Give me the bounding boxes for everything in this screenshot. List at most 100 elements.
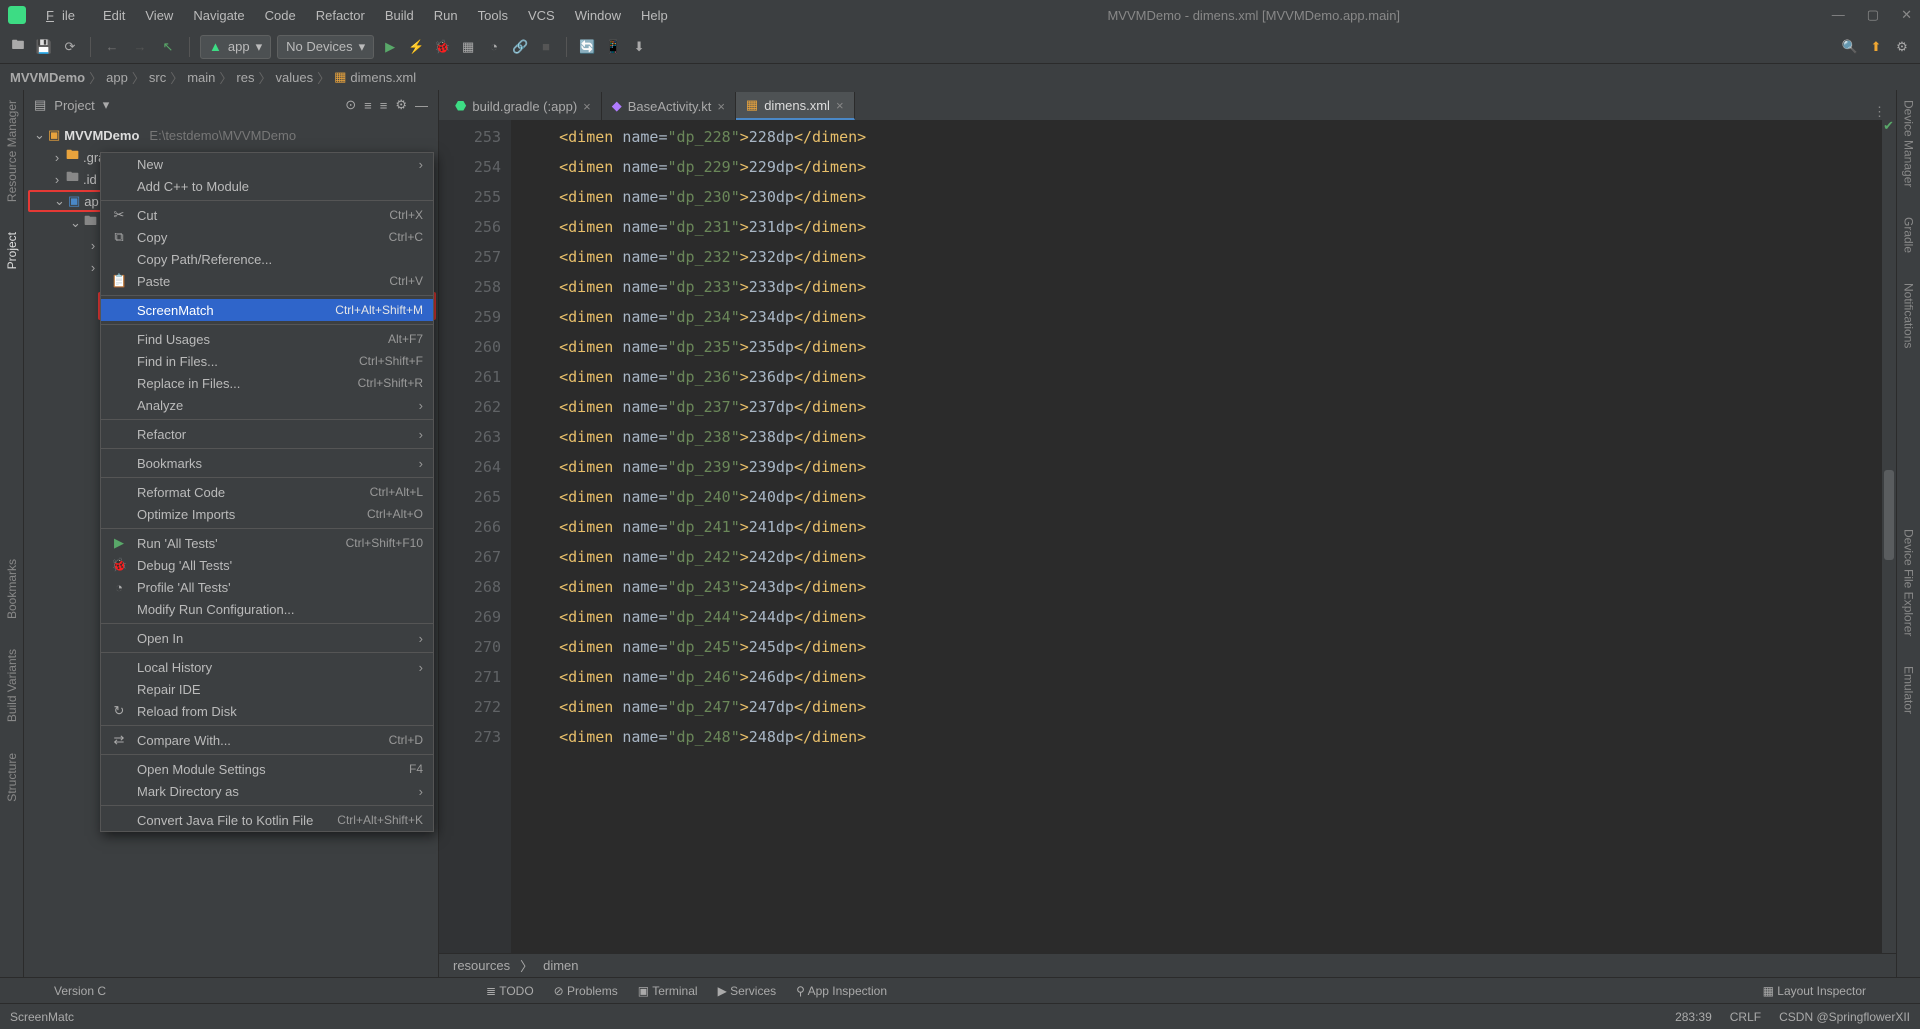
menu-item[interactable]: Mark Directory as› xyxy=(101,780,433,802)
attach-icon[interactable]: 🔗 xyxy=(510,37,530,57)
chevron-down-icon[interactable]: ⌄ xyxy=(70,215,80,231)
menu-item[interactable]: ▶Run 'All Tests'Ctrl+Shift+F10 xyxy=(101,532,433,554)
menu-tools[interactable]: Tools xyxy=(470,4,516,27)
debug-icon[interactable]: 🐞 xyxy=(432,37,452,57)
menu-item[interactable]: New› xyxy=(101,153,433,175)
tool-services[interactable]: ▶ Services xyxy=(718,984,777,998)
sdk-icon[interactable]: ⬇ xyxy=(629,37,649,57)
sync-icon[interactable]: ⟳ xyxy=(60,37,80,57)
maximize-icon[interactable]: ▢ xyxy=(1867,7,1879,23)
menu-item[interactable]: Open In› xyxy=(101,627,433,649)
tool-terminal[interactable]: ▣ Terminal xyxy=(638,984,698,998)
tool-version-control[interactable]: Version C xyxy=(54,984,106,998)
updates-icon[interactable]: ⬆ xyxy=(1866,37,1886,57)
tree-root[interactable]: ⌄ ▣ MVVMDemo E:\testdemo\MVVMDemo xyxy=(24,124,438,146)
menu-item[interactable]: Open Module SettingsF4 xyxy=(101,758,433,780)
menu-item[interactable]: Copy Path/Reference... xyxy=(101,248,433,270)
menu-navigate[interactable]: Navigate xyxy=(185,4,252,27)
apply-changes-icon[interactable]: ⚡ xyxy=(406,37,426,57)
run-icon[interactable]: ▶ xyxy=(380,37,400,57)
chevron-right-icon[interactable]: › xyxy=(52,172,62,187)
minimize-icon[interactable]: — xyxy=(1832,7,1845,23)
editor-tab[interactable]: ▦dimens.xml× xyxy=(736,92,855,120)
close-tab-icon[interactable]: × xyxy=(836,98,844,113)
avd-icon[interactable]: 📱 xyxy=(603,37,623,57)
back-icon[interactable]: ← xyxy=(101,36,123,58)
menu-run[interactable]: Run xyxy=(426,4,466,27)
menu-help[interactable]: Help xyxy=(633,4,676,27)
menu-item[interactable]: Find in Files...Ctrl+Shift+F xyxy=(101,350,433,372)
menu-item[interactable]: Add C++ to Module xyxy=(101,175,433,197)
tool-emulator[interactable]: Emulator xyxy=(1902,666,1916,714)
menu-item[interactable]: 📋PasteCtrl+V xyxy=(101,270,433,292)
menu-item[interactable]: ⧉CopyCtrl+C xyxy=(101,226,433,248)
close-tab-icon[interactable]: × xyxy=(717,99,725,114)
chevron-right-icon[interactable]: › xyxy=(88,260,98,275)
menu-item[interactable]: Reformat CodeCtrl+Alt+L xyxy=(101,481,433,503)
menu-code[interactable]: Code xyxy=(257,4,304,27)
menu-item[interactable]: Refactor› xyxy=(101,423,433,445)
crumb[interactable]: resources xyxy=(453,958,510,973)
tool-todo[interactable]: ≣ TODO xyxy=(486,984,534,998)
gear-icon[interactable]: ⚙ xyxy=(395,97,407,113)
tool-build-variants[interactable]: Build Variants xyxy=(5,649,19,722)
menu-item[interactable]: ◔Profile 'All Tests' xyxy=(101,576,433,598)
menu-item[interactable]: Local History› xyxy=(101,656,433,678)
forward-icon[interactable]: → xyxy=(129,36,151,58)
scroll-thumb[interactable] xyxy=(1884,470,1894,560)
menu-item[interactable]: ScreenMatchCtrl+Alt+Shift+M xyxy=(101,299,433,321)
close-icon[interactable]: ✕ xyxy=(1901,7,1912,23)
hide-icon[interactable]: — xyxy=(415,98,428,113)
menu-item[interactable]: Replace in Files...Ctrl+Shift+R xyxy=(101,372,433,394)
menu-item[interactable]: Analyze› xyxy=(101,394,433,416)
nav-up-icon[interactable]: ↖ xyxy=(157,36,179,58)
crumb[interactable]: MVVMDemo xyxy=(10,70,85,85)
tool-app-inspection[interactable]: ⚲ App Inspection xyxy=(796,984,887,998)
menu-item[interactable]: Bookmarks› xyxy=(101,452,433,474)
tool-resource-manager[interactable]: Resource Manager xyxy=(5,100,19,202)
menu-item[interactable]: Convert Java File to Kotlin FileCtrl+Alt… xyxy=(101,809,433,831)
crumb[interactable]: ▦ dimens.xml xyxy=(334,69,416,85)
close-tab-icon[interactable]: × xyxy=(583,99,591,114)
profiler-icon[interactable]: ◔ xyxy=(484,37,504,57)
menu-item[interactable]: Optimize ImportsCtrl+Alt+O xyxy=(101,503,433,525)
menu-item[interactable]: ↻Reload from Disk xyxy=(101,700,433,722)
open-icon[interactable]: 🖿 xyxy=(8,37,28,57)
menu-item[interactable]: 🐞Debug 'All Tests' xyxy=(101,554,433,576)
editor-tab[interactable]: ◆BaseActivity.kt× xyxy=(602,92,736,120)
menu-build[interactable]: Build xyxy=(377,4,422,27)
menu-item[interactable]: ⇄Compare With...Ctrl+D xyxy=(101,729,433,751)
editor-tab[interactable]: ⬣build.gradle (:app)× xyxy=(445,92,602,120)
chevron-right-icon[interactable]: › xyxy=(52,150,62,165)
crumb[interactable]: src xyxy=(149,70,166,85)
tool-project[interactable]: Project xyxy=(5,232,19,269)
coverage-icon[interactable]: ▦ xyxy=(458,37,478,57)
tool-structure[interactable]: Structure xyxy=(5,753,19,802)
chevron-down-icon[interactable]: ▾ xyxy=(103,97,110,113)
crumb[interactable]: app xyxy=(106,70,128,85)
save-all-icon[interactable]: 💾 xyxy=(34,37,54,57)
menu-file[interactable]: File xyxy=(38,4,91,27)
menu-item[interactable]: Find UsagesAlt+F7 xyxy=(101,328,433,350)
tool-device-file-explorer[interactable]: Device File Explorer xyxy=(1902,529,1916,636)
search-icon[interactable]: 🔍 xyxy=(1840,37,1860,57)
settings-icon[interactable]: ⚙ xyxy=(1892,37,1912,57)
run-config-combo[interactable]: ▲ app ▾ xyxy=(200,35,271,59)
menu-view[interactable]: View xyxy=(137,4,181,27)
collapse-all-icon[interactable]: ≡ xyxy=(380,98,388,113)
device-combo[interactable]: No Devices ▾ xyxy=(277,35,374,59)
chevron-right-icon[interactable]: › xyxy=(88,238,98,253)
menu-edit[interactable]: Edit xyxy=(95,4,133,27)
tool-notifications[interactable]: Notifications xyxy=(1902,283,1916,348)
chevron-down-icon[interactable]: ⌄ xyxy=(54,193,64,209)
chevron-down-icon[interactable]: ⌄ xyxy=(34,127,44,143)
menu-item[interactable]: ✂CutCtrl+X xyxy=(101,204,433,226)
tool-device-manager[interactable]: Device Manager xyxy=(1902,100,1916,187)
stop-icon[interactable]: ■ xyxy=(536,37,556,57)
crumb[interactable]: dimen xyxy=(543,958,578,973)
project-view-label[interactable]: Project xyxy=(54,98,94,113)
line-separator[interactable]: CRLF xyxy=(1730,1010,1761,1024)
menu-item[interactable]: Modify Run Configuration... xyxy=(101,598,433,620)
crumb[interactable]: res xyxy=(236,70,254,85)
tool-bookmarks[interactable]: Bookmarks xyxy=(5,559,19,619)
